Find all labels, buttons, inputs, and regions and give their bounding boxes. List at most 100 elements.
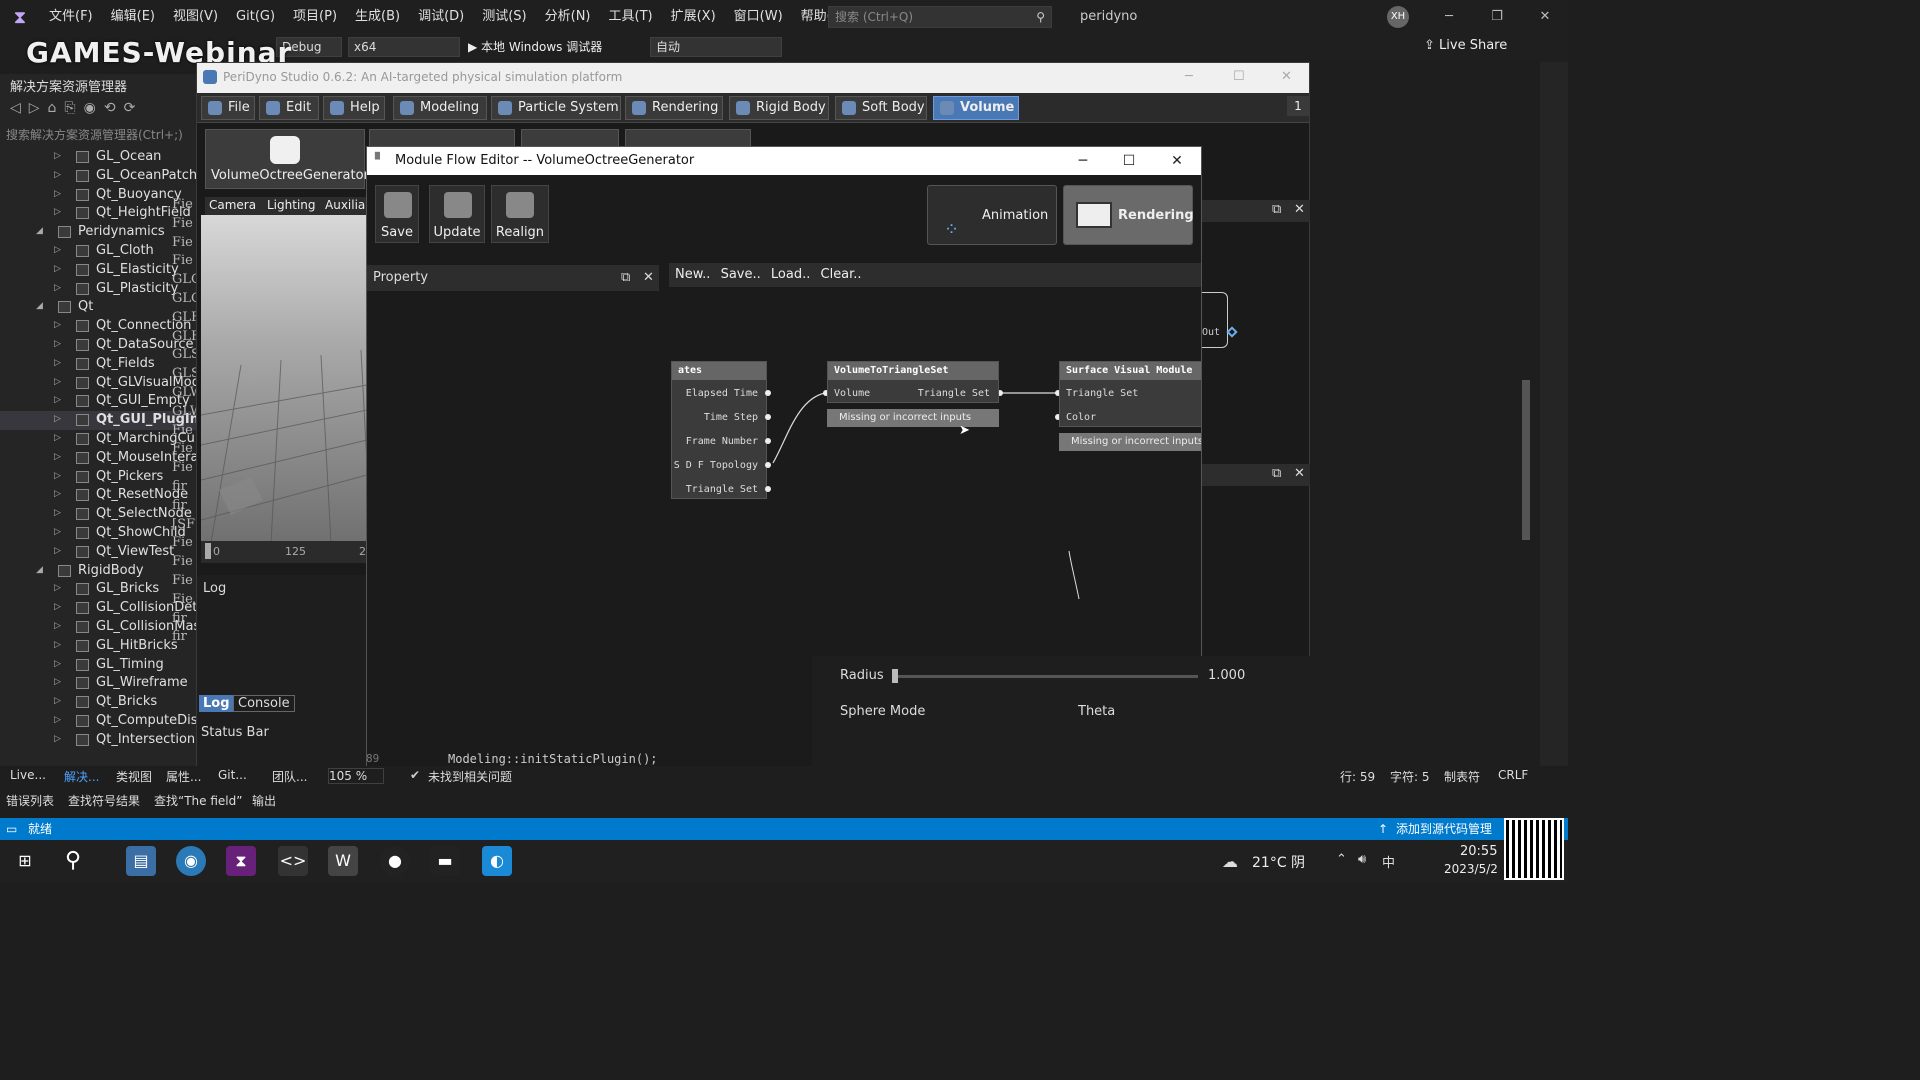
tab-camera[interactable]: Camera (209, 198, 256, 212)
surface-visual-module-node[interactable]: Surface Visual Module Triangle Set Color (1059, 361, 1201, 427)
tree-item[interactable]: ▷Qt_MarchingCubes (0, 430, 196, 449)
restore-icon[interactable]: ❐ (1474, 0, 1520, 34)
tree-item[interactable]: ◢ Qt (0, 298, 196, 317)
tree-item[interactable]: ▷Qt_GLVisualModule (0, 374, 196, 393)
tree-item[interactable]: ◢ Peridynamics (0, 223, 196, 242)
menu-debug[interactable]: 调试(D) (409, 0, 473, 34)
pd-close-icon[interactable]: ✕ (1281, 69, 1292, 84)
menu-extensions[interactable]: 扩展(X) (662, 0, 725, 34)
collapsed-arrow-icon[interactable]: ▷ (54, 640, 61, 650)
tab-output[interactable]: 输出 (252, 792, 276, 809)
tab-volume[interactable]: Volume (933, 96, 1019, 120)
expanded-arrow-icon[interactable]: ◢ (36, 226, 43, 236)
collapsed-arrow-icon[interactable]: ▷ (54, 546, 61, 556)
out-port[interactable] (1226, 326, 1238, 338)
zoom-select[interactable]: 105 % (328, 768, 384, 784)
tree-item[interactable]: ▷ GL_Plasticity (0, 280, 196, 299)
tree-item[interactable]: ▷ GL_Timing (0, 656, 196, 675)
collapsed-arrow-icon[interactable]: ▷ (54, 207, 61, 217)
collapsed-arrow-icon[interactable]: ▷ (54, 320, 61, 330)
ime-indicator[interactable]: 中 (1382, 852, 1395, 871)
menu-clear[interactable]: Clear.. (821, 267, 862, 282)
expanded-arrow-icon[interactable]: ◢ (36, 301, 43, 311)
tree-item[interactable]: ▷ GL_OceanPatch (0, 167, 196, 186)
terminal-icon[interactable]: ▬ (430, 846, 460, 876)
peridyno-taskbar-icon[interactable]: ◐ (482, 846, 512, 876)
console-tab[interactable]: Console (233, 695, 295, 712)
radius-handle[interactable] (892, 669, 898, 683)
tree-item[interactable]: ▷ GL_Wireframe (0, 674, 196, 693)
collapsed-arrow-icon[interactable]: ▷ (54, 583, 61, 593)
tab-find-field[interactable]: 查找“The field” (154, 792, 242, 809)
menu-git[interactable]: Git(G) (227, 0, 284, 34)
expanded-arrow-icon[interactable]: ◢ (36, 565, 43, 575)
windows-start-icon[interactable]: ⊞ (10, 846, 40, 876)
collapsed-arrow-icon[interactable]: ▷ (54, 245, 61, 255)
collapsed-arrow-icon[interactable]: ▷ (54, 377, 61, 387)
tree-item[interactable]: ▷ Qt_ComputeDistance (0, 712, 196, 731)
tab-git[interactable]: Git... (218, 768, 247, 782)
tray-chevron-icon[interactable]: ⌃ (1336, 852, 1347, 867)
file-explorer-icon[interactable]: ▤ (126, 846, 156, 876)
mode-select[interactable]: 自动 (650, 37, 782, 57)
clock-time[interactable]: 20:55 (1460, 844, 1497, 859)
collapsed-arrow-icon[interactable]: ▷ (54, 489, 61, 499)
close-panel-icon-2[interactable]: ✕ (1294, 466, 1305, 481)
menu-project[interactable]: 项目(P) (284, 0, 346, 34)
run-button[interactable]: ▶ 本地 Windows 调试器 (468, 37, 602, 57)
search-taskbar-icon[interactable]: ⚲ (58, 846, 88, 876)
tab-error-list[interactable]: 错误列表 (6, 792, 54, 809)
tree-item[interactable]: ▷Qt_MouseInteraction (0, 449, 196, 468)
tree-item[interactable]: ▷ GL_Ocean (0, 148, 196, 167)
tree-item[interactable]: ▷ GL_HitBricks (0, 637, 196, 656)
timeline-slider[interactable]: 0 125 2 (201, 541, 367, 563)
collapsed-arrow-icon[interactable]: ▷ (54, 283, 61, 293)
menu-file[interactable]: 文件(F) (40, 0, 102, 34)
collapsed-arrow-icon[interactable]: ▷ (54, 151, 61, 161)
tree-item[interactable]: ▷ Qt_DataSource (0, 336, 196, 355)
solution-search-input[interactable]: 搜索解决方案资源管理器(Ctrl+;) (6, 126, 194, 144)
live-share-button[interactable]: ⇪ Live Share (1424, 38, 1507, 53)
menu-build[interactable]: 生成(B) (346, 0, 409, 34)
menu-analyze[interactable]: 分析(N) (536, 0, 600, 34)
radius-value[interactable]: 1.000 (1208, 668, 1245, 683)
collapsed-arrow-icon[interactable]: ▷ (54, 358, 61, 368)
tab-rendering[interactable]: Rendering (625, 96, 723, 120)
menu-new[interactable]: New.. (675, 267, 710, 282)
menu-window[interactable]: 窗口(W) (725, 0, 792, 34)
states-node[interactable]: ates Elapsed Time Time Step Frame Number… (671, 361, 767, 499)
3d-viewport[interactable] (201, 215, 367, 543)
tree-item[interactable]: ▷ Qt_Pickers (0, 468, 196, 487)
sphere-mode-select[interactable]: Theta (1078, 704, 1115, 719)
tree-item[interactable]: ▷ Qt_SelectNode (0, 505, 196, 524)
tree-item[interactable]: ▷ Qt_Buoyancy (0, 186, 196, 205)
close-panel-icon[interactable]: ✕ (1294, 202, 1305, 217)
mfe-close-icon[interactable]: ✕ (1155, 147, 1199, 175)
clock-date[interactable]: 2023/5/2 (1444, 862, 1498, 876)
tab-class-view[interactable]: 类视图 (116, 768, 152, 785)
chrome-icon[interactable]: ◉ (176, 846, 206, 876)
tab-file[interactable]: File (201, 96, 255, 120)
volume-to-triangleset-node[interactable]: VolumeToTriangleSet Volume Triangle Set (827, 361, 999, 403)
tree-item[interactable]: ▷ Qt_Connection (0, 317, 196, 336)
tree-item[interactable]: ▷ Qt_GUI_Empty (0, 392, 196, 411)
collapsed-arrow-icon[interactable]: ▷ (54, 433, 61, 443)
tab-team[interactable]: 团队... (272, 768, 307, 785)
tree-item[interactable]: ▷ GL_Bricks (0, 580, 196, 599)
menu-edit[interactable]: 编辑(E) (102, 0, 164, 34)
visual-studio-icon[interactable]: ⧗ (226, 846, 256, 876)
collapsed-arrow-icon[interactable]: ▷ (54, 734, 61, 744)
realign-button[interactable]: Realign (491, 185, 549, 243)
radius-slider[interactable] (892, 669, 1198, 683)
app-icon-6[interactable]: ● (380, 846, 410, 876)
rendering-mode-button[interactable]: Rendering (1063, 185, 1194, 245)
tab-lighting[interactable]: Lighting (267, 198, 316, 212)
collapsed-arrow-icon[interactable]: ▷ (54, 659, 61, 669)
menu-load[interactable]: Load.. (771, 267, 810, 282)
tree-item[interactable]: ▷ GL_Elasticity (0, 261, 196, 280)
collapsed-arrow-icon[interactable]: ▷ (54, 527, 61, 537)
add-source-control[interactable]: 添加到源代码管理 (1396, 818, 1492, 840)
collapsed-arrow-icon[interactable]: ▷ (54, 395, 61, 405)
pd-minimize-icon[interactable]: ─ (1185, 69, 1193, 84)
tab-live[interactable]: Live... (10, 768, 46, 782)
